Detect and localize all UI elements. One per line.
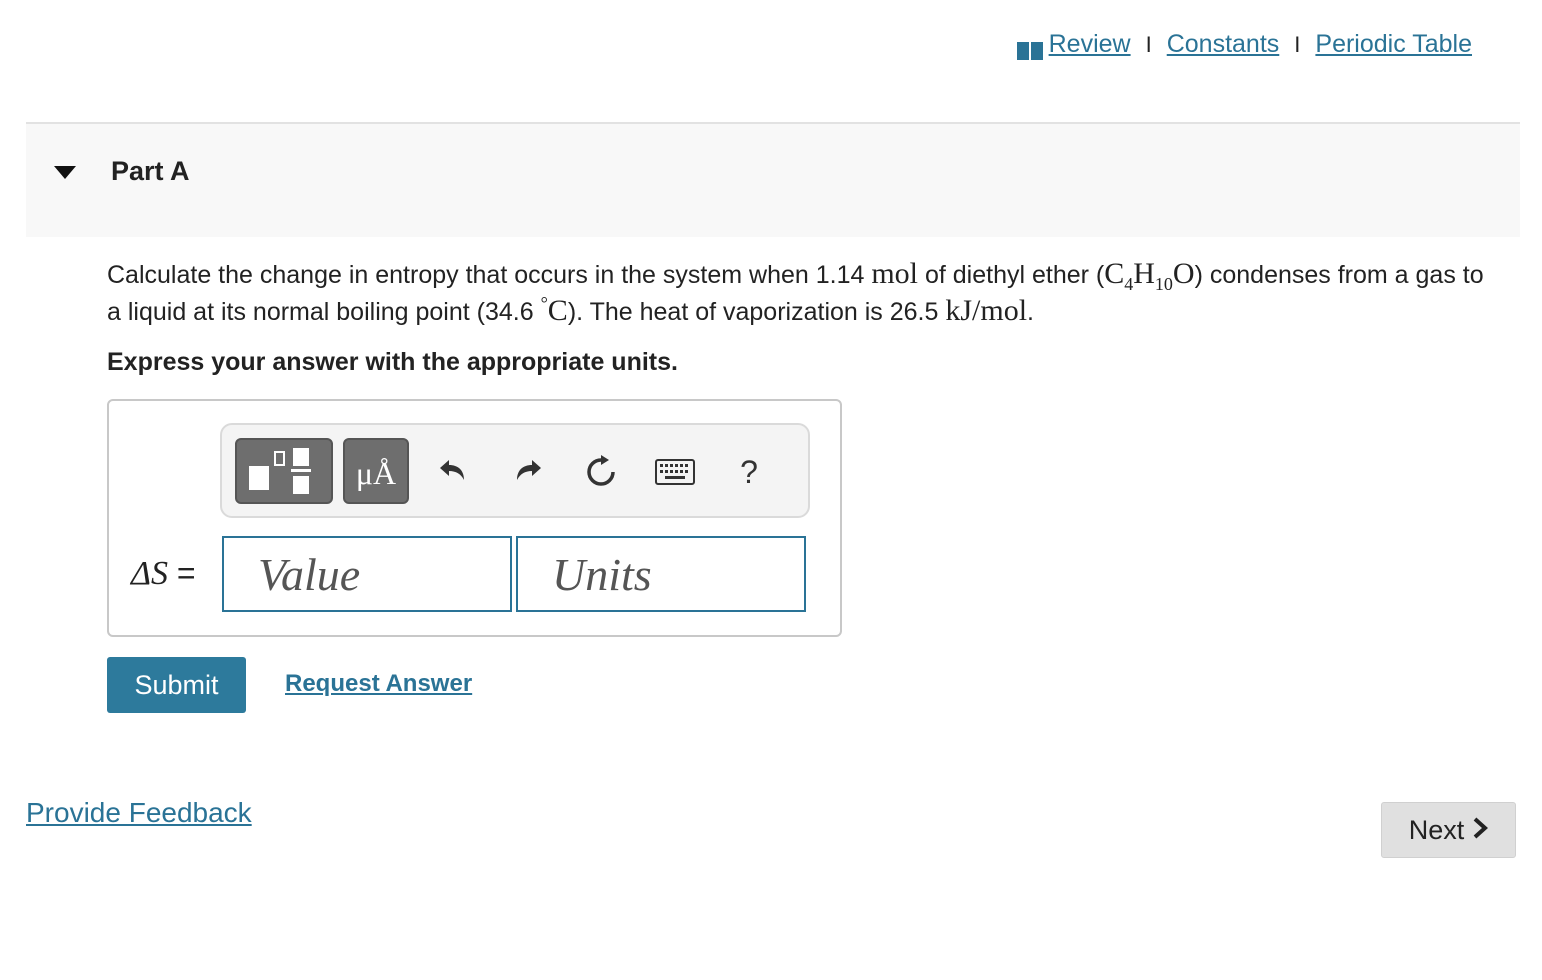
review-link[interactable]: Review: [1049, 30, 1131, 59]
equals-sign: =: [176, 555, 196, 591]
submit-button[interactable]: Submit: [107, 657, 246, 713]
provide-feedback-link[interactable]: Provide Feedback: [26, 797, 252, 829]
equation-lhs: ΔS =: [131, 555, 196, 593]
math-toolbar: μÅ ?: [220, 423, 810, 518]
next-button[interactable]: Next: [1381, 802, 1516, 858]
help-button[interactable]: ?: [724, 447, 774, 497]
caret-down-icon[interactable]: [54, 166, 76, 179]
templates-icon: [237, 448, 331, 506]
constants-link[interactable]: Constants: [1167, 30, 1280, 59]
units-input[interactable]: [516, 536, 806, 612]
keyboard-icon[interactable]: [650, 447, 700, 497]
next-label: Next: [1408, 814, 1465, 845]
delta-s-symbol: ΔS: [131, 555, 168, 592]
top-links: Review I Constants I Periodic Table: [1016, 30, 1472, 60]
instruction: Express your answer with the appropriate…: [107, 348, 678, 376]
chevron-right-icon: [1472, 815, 1489, 846]
answer-box: μÅ ? ΔS =: [107, 399, 842, 637]
units-button[interactable]: μÅ: [343, 438, 409, 504]
part-title: Part A: [111, 156, 190, 186]
question-text: Calculate the change in entropy that occ…: [107, 257, 1484, 327]
request-answer-link[interactable]: Request Answer: [285, 670, 472, 698]
periodic-table-link[interactable]: Periodic Table: [1315, 30, 1472, 59]
part-header[interactable]: Part A: [26, 122, 1520, 237]
value-input[interactable]: [222, 536, 512, 612]
undo-icon[interactable]: [427, 447, 477, 497]
separator: I: [1294, 31, 1301, 57]
templates-button[interactable]: [235, 438, 333, 504]
book-icon: [1016, 38, 1043, 60]
reset-icon[interactable]: [576, 447, 626, 497]
redo-icon[interactable]: [504, 447, 554, 497]
separator: I: [1145, 31, 1152, 57]
